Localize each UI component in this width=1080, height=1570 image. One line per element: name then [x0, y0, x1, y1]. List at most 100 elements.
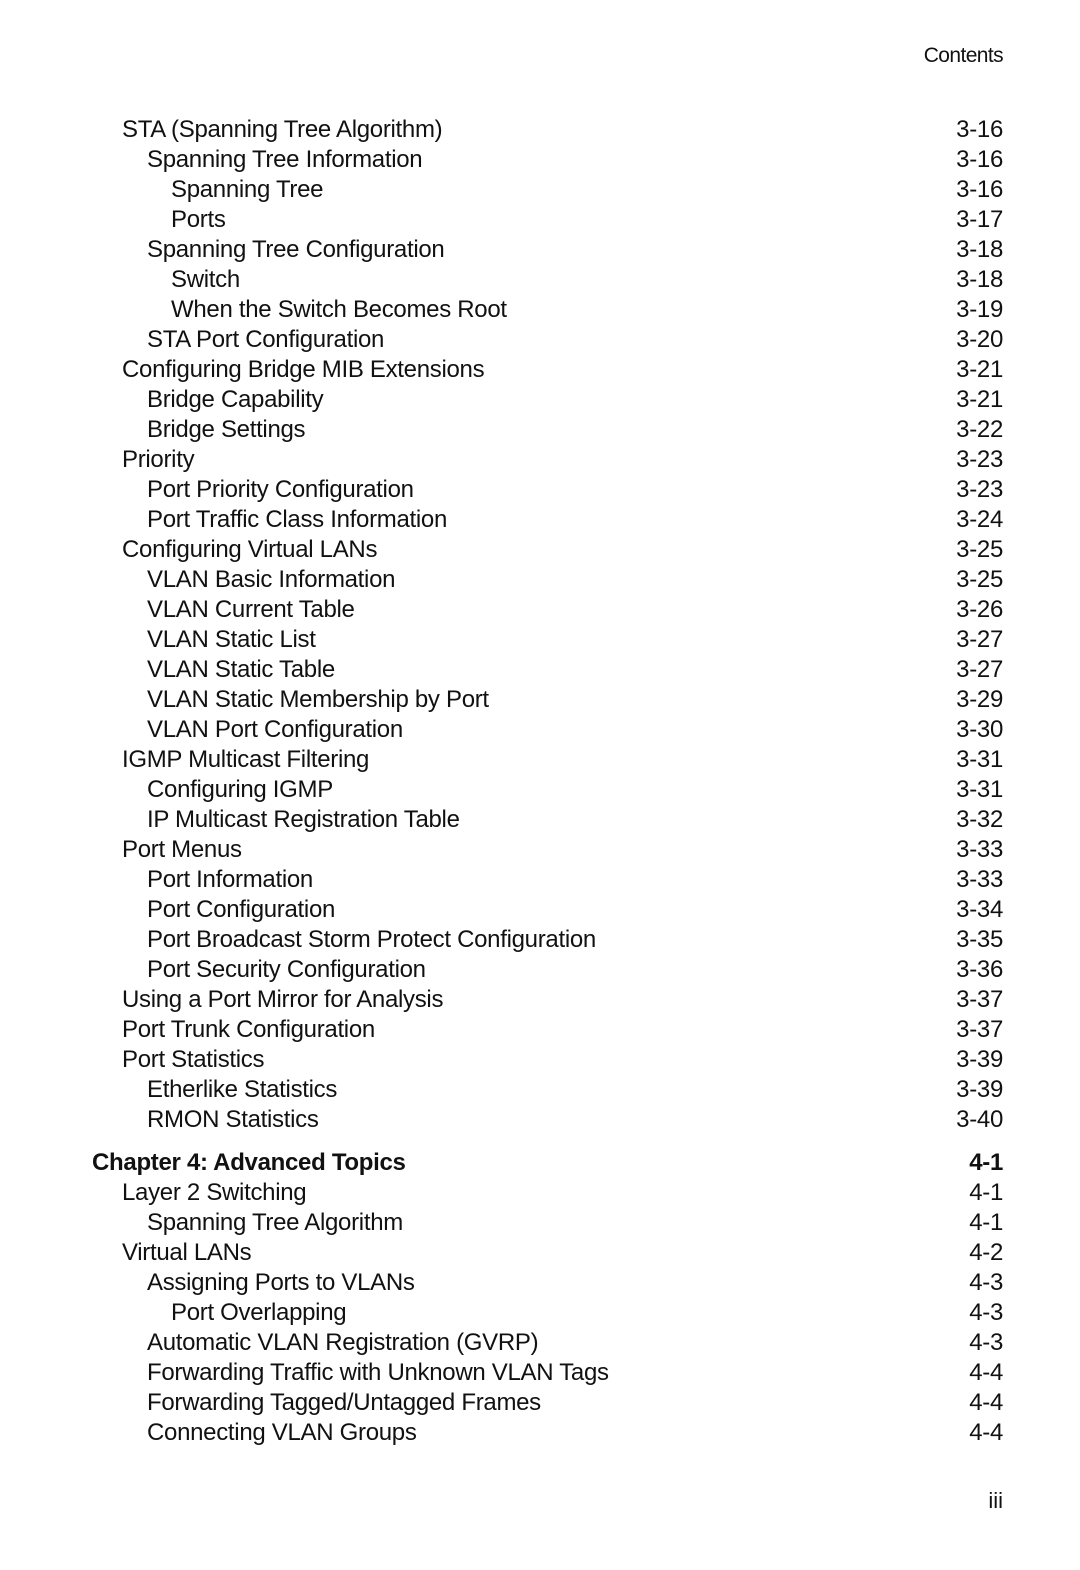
toc-entry[interactable]: STA (Spanning Tree Algorithm) 3-16: [0, 115, 1080, 145]
toc-entry-title: Switch: [171, 266, 240, 293]
toc-entry-page: 3-29: [956, 686, 1003, 713]
toc-entry[interactable]: VLAN Port Configuration 3-30: [0, 715, 1080, 745]
toc-entry-title: Etherlike Statistics: [147, 1076, 338, 1103]
toc-entry[interactable]: VLAN Current Table 3-26: [0, 595, 1080, 625]
toc-entry-page: 3-19: [956, 296, 1003, 323]
toc-entry[interactable]: VLAN Static Table 3-27: [0, 655, 1080, 685]
toc-entry[interactable]: Ports 3-17: [0, 205, 1080, 235]
toc-entry-page: 4-4: [969, 1359, 1003, 1386]
toc-entry-title: Spanning Tree Information: [147, 146, 423, 173]
toc-entry-page: 3-33: [956, 836, 1003, 863]
toc-entry[interactable]: Port Menus 3-33: [0, 835, 1080, 865]
toc-entry[interactable]: Port Overlapping 4-3: [0, 1298, 1080, 1328]
toc-entry-title: Layer 2 Switching: [122, 1179, 307, 1206]
toc-entry[interactable]: Using a Port Mirror for Analysis 3-37: [0, 985, 1080, 1015]
toc-entry-title: Configuring Bridge MIB Extensions: [122, 356, 485, 383]
toc-chapter-heading[interactable]: Chapter 4: Advanced Topics 4-1: [0, 1148, 1080, 1178]
toc-entry[interactable]: VLAN Static Membership by Port 3-29: [0, 685, 1080, 715]
toc-entry-title: Spanning Tree Algorithm: [147, 1209, 403, 1236]
toc-entry-page: 4-3: [969, 1329, 1003, 1356]
toc-entry-title: Spanning Tree Configuration: [147, 236, 445, 263]
toc-entry-title: Port Trunk Configuration: [122, 1016, 375, 1043]
toc-entry[interactable]: Configuring IGMP 3-31: [0, 775, 1080, 805]
toc-entry[interactable]: Automatic VLAN Registration (GVRP) 4-3: [0, 1328, 1080, 1358]
toc-entry-title: Port Broadcast Storm Protect Configurati…: [147, 926, 596, 953]
toc-entry-title: Using a Port Mirror for Analysis: [122, 986, 444, 1013]
toc-entry-page: 3-22: [956, 416, 1003, 443]
page-number: iii: [988, 1488, 1003, 1513]
toc-entry-title: Forwarding Traffic with Unknown VLAN Tag…: [147, 1359, 609, 1386]
toc-entry[interactable]: Configuring Virtual LANs 3-25: [0, 535, 1080, 565]
toc-entry-title: Port Traffic Class Information: [147, 506, 448, 533]
toc-entry[interactable]: Bridge Capability 3-21: [0, 385, 1080, 415]
toc-entry[interactable]: Port Traffic Class Information 3-24: [0, 505, 1080, 535]
toc-entry-title: Assigning Ports to VLANs: [147, 1269, 415, 1296]
toc-entry[interactable]: Forwarding Traffic with Unknown VLAN Tag…: [0, 1358, 1080, 1388]
toc-entry[interactable]: Spanning Tree Information 3-16: [0, 145, 1080, 175]
toc-entry-page: 3-23: [956, 446, 1003, 473]
toc-entry-title: IP Multicast Registration Table: [147, 806, 460, 833]
toc-entry[interactable]: Assigning Ports to VLANs 4-3: [0, 1268, 1080, 1298]
toc-entry-page: 3-27: [956, 656, 1003, 683]
toc-entry-title: VLAN Static List: [147, 626, 316, 653]
toc-entry-title: Port Priority Configuration: [147, 476, 414, 503]
toc-entry[interactable]: IP Multicast Registration Table 3-32: [0, 805, 1080, 835]
toc-entry-title: Forwarding Tagged/Untagged Frames: [147, 1389, 541, 1416]
toc-entry[interactable]: Port Configuration 3-34: [0, 895, 1080, 925]
toc-entry-page: 3-21: [956, 386, 1003, 413]
toc-entry-title: VLAN Current Table: [147, 596, 355, 623]
toc-entry-title: Configuring Virtual LANs: [122, 536, 378, 563]
toc-entry[interactable]: Spanning Tree Configuration 3-18: [0, 235, 1080, 265]
toc-entry-page: 3-20: [956, 326, 1003, 353]
toc-entry[interactable]: Switch 3-18: [0, 265, 1080, 295]
toc-entry[interactable]: Port Security Configuration 3-36: [0, 955, 1080, 985]
toc-entry-page: 3-32: [956, 806, 1003, 833]
toc-entry[interactable]: Port Trunk Configuration 3-37: [0, 1015, 1080, 1045]
toc-entry-page: 4-1: [969, 1179, 1003, 1206]
toc-entry-page: 3-18: [956, 236, 1003, 263]
toc-entry[interactable]: STA Port Configuration 3-20: [0, 325, 1080, 355]
toc-entry[interactable]: RMON Statistics 3-40: [0, 1105, 1080, 1135]
toc-entry[interactable]: When the Switch Becomes Root 3-19: [0, 295, 1080, 325]
toc-entry-title: VLAN Static Membership by Port: [147, 686, 489, 713]
toc-entry-page: 4-4: [969, 1389, 1003, 1416]
toc-entry[interactable]: VLAN Basic Information 3-25: [0, 565, 1080, 595]
toc-entry-page: 3-23: [956, 476, 1003, 503]
toc-entry[interactable]: Spanning Tree 3-16: [0, 175, 1080, 205]
toc-entry[interactable]: Priority 3-23: [0, 445, 1080, 475]
toc-entry[interactable]: Forwarding Tagged/Untagged Frames 4-4: [0, 1388, 1080, 1418]
toc-entry-page: 3-26: [956, 596, 1003, 623]
toc-chapter-page: 4-1: [969, 1149, 1003, 1176]
toc-entry[interactable]: Spanning Tree Algorithm 4-1: [0, 1208, 1080, 1238]
toc-entry[interactable]: Port Broadcast Storm Protect Configurati…: [0, 925, 1080, 955]
toc-entry[interactable]: Etherlike Statistics 3-39: [0, 1075, 1080, 1105]
toc-entry-title: Virtual LANs: [122, 1239, 252, 1266]
toc-entry[interactable]: Port Statistics 3-39: [0, 1045, 1080, 1075]
toc-entry-page: 3-25: [956, 566, 1003, 593]
toc-chapter-title: Chapter 4: Advanced Topics: [92, 1149, 406, 1176]
toc-entry-title: VLAN Static Table: [147, 656, 335, 683]
toc-entry-page: 3-34: [956, 896, 1003, 923]
toc-entry[interactable]: Virtual LANs 4-2: [0, 1238, 1080, 1268]
toc-entry[interactable]: IGMP Multicast Filtering 3-31: [0, 745, 1080, 775]
toc-entry-page: 3-37: [956, 1016, 1003, 1043]
toc-entry[interactable]: Port Priority Configuration 3-23: [0, 475, 1080, 505]
toc-entry-page: 3-37: [956, 986, 1003, 1013]
toc-entry-title: STA Port Configuration: [147, 326, 385, 353]
toc-entry[interactable]: Configuring Bridge MIB Extensions 3-21: [0, 355, 1080, 385]
toc-entry-title: Spanning Tree: [171, 176, 324, 203]
toc-entry[interactable]: Connecting VLAN Groups 4-4: [0, 1418, 1080, 1448]
toc-entry-page: 4-2: [969, 1239, 1003, 1266]
toc-entry[interactable]: Port Information 3-33: [0, 865, 1080, 895]
toc-entry-title: Configuring IGMP: [147, 776, 333, 803]
toc-entry-title: Bridge Settings: [147, 416, 306, 443]
toc-entry[interactable]: VLAN Static List 3-27: [0, 625, 1080, 655]
toc-entry-page: 3-36: [956, 956, 1003, 983]
toc-entry[interactable]: Layer 2 Switching 4-1: [0, 1178, 1080, 1208]
toc-entry-page: 3-18: [956, 266, 1003, 293]
toc-entry-page: 3-16: [956, 176, 1003, 203]
toc-entry-page: 3-31: [956, 746, 1003, 773]
toc-entry-page: 4-4: [969, 1419, 1003, 1446]
toc-entry[interactable]: Bridge Settings 3-22: [0, 415, 1080, 445]
toc-entry-page: 3-40: [956, 1106, 1003, 1133]
